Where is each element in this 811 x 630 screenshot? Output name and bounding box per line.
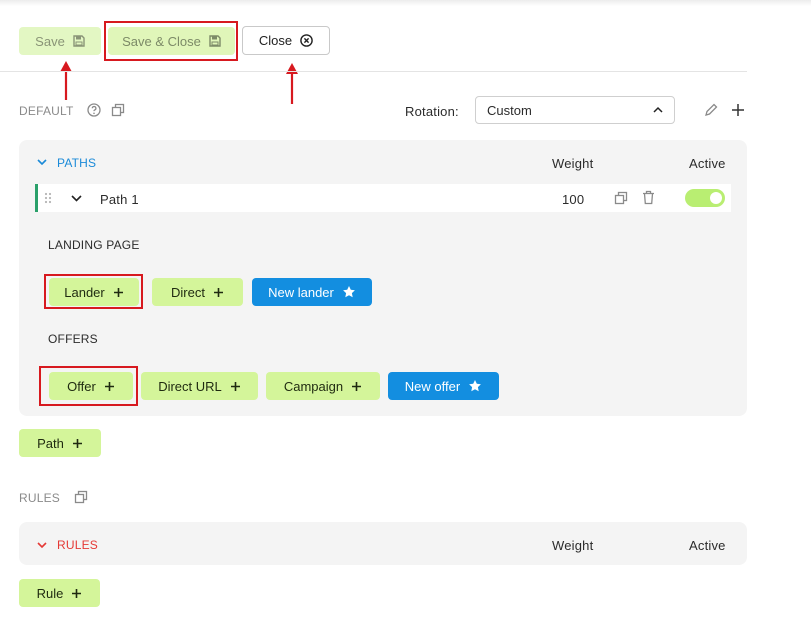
plus-icon: [72, 588, 82, 598]
paths-active-header: Active: [689, 156, 726, 171]
offer-button-label: Offer: [67, 378, 96, 394]
toolbar-divider: [0, 71, 747, 72]
trash-icon[interactable]: [642, 190, 655, 205]
direct-button-label: Direct: [171, 284, 205, 300]
copy-icon[interactable]: [74, 490, 88, 504]
toggle-knob: [710, 192, 722, 204]
landing-page-label: LANDING PAGE: [48, 238, 140, 252]
new-lander-button-label: New lander: [268, 284, 334, 300]
star-icon: [342, 286, 355, 298]
pencil-icon[interactable]: [704, 103, 718, 117]
paths-weight-header: Weight: [552, 156, 594, 171]
save-close-button[interactable]: Save & Close: [108, 27, 235, 55]
copy-icon[interactable]: [111, 103, 125, 117]
new-offer-button-label: New offer: [404, 378, 461, 394]
add-rule-button[interactable]: Rule: [19, 579, 100, 607]
rotation-label: Rotation:: [405, 104, 459, 119]
offers-label: OFFERS: [48, 332, 98, 346]
copy-icon[interactable]: [614, 191, 628, 205]
plus-icon: [72, 438, 82, 448]
arrow-annotation-close: [286, 63, 298, 104]
add-rule-button-label: Rule: [36, 585, 64, 601]
chevron-up-icon: [653, 106, 663, 113]
save-icon: [73, 35, 85, 47]
direct-button[interactable]: Direct: [152, 278, 243, 306]
plus-icon: [113, 287, 123, 297]
plus-icon: [104, 381, 114, 391]
plus-icon[interactable]: [731, 103, 745, 117]
chevron-down-icon[interactable]: [71, 194, 82, 202]
path-active-toggle[interactable]: [685, 189, 725, 207]
default-section-label: DEFAULT: [19, 104, 74, 118]
save-button-label: Save: [35, 33, 65, 49]
drag-handle-icon[interactable]: [44, 192, 52, 204]
path-name: Path 1: [100, 192, 139, 207]
lander-button[interactable]: Lander: [49, 278, 139, 306]
plus-icon: [213, 287, 223, 297]
plus-icon: [230, 381, 240, 391]
rules-weight-header: Weight: [552, 538, 594, 553]
path-weight[interactable]: 100: [562, 192, 584, 207]
top-shadow: [0, 0, 811, 6]
rules-title[interactable]: RULES: [57, 538, 98, 552]
rotation-select-value: Custom: [487, 102, 532, 118]
new-offer-button[interactable]: New offer: [388, 372, 499, 400]
close-button[interactable]: Close: [242, 26, 330, 55]
rotation-select[interactable]: Custom: [475, 96, 675, 124]
star-icon: [469, 380, 482, 392]
direct-url-button[interactable]: Direct URL: [141, 372, 258, 400]
rules-panel: [19, 522, 747, 565]
direct-url-button-label: Direct URL: [158, 378, 222, 394]
chevron-down-icon[interactable]: [37, 541, 47, 549]
save-icon: [209, 35, 221, 47]
help-icon[interactable]: [87, 103, 101, 117]
chevron-down-icon[interactable]: [37, 158, 47, 166]
rules-section-label: RULES: [19, 491, 61, 505]
lander-button-label: Lander: [64, 284, 105, 300]
save-close-button-label: Save & Close: [122, 33, 201, 49]
save-button[interactable]: Save: [19, 27, 101, 55]
close-button-label: Close: [258, 33, 293, 48]
close-circle-icon: [300, 34, 313, 47]
add-path-button[interactable]: Path: [19, 429, 101, 457]
rules-active-header: Active: [689, 538, 726, 553]
arrow-annotation-save: [60, 61, 72, 100]
offer-button[interactable]: Offer: [49, 372, 133, 400]
add-path-button-label: Path: [37, 435, 64, 451]
campaign-button-label: Campaign: [283, 378, 344, 394]
paths-title[interactable]: PATHS: [57, 156, 96, 170]
campaign-button[interactable]: Campaign: [266, 372, 380, 400]
plus-icon: [352, 381, 362, 391]
new-lander-button[interactable]: New lander: [252, 278, 372, 306]
